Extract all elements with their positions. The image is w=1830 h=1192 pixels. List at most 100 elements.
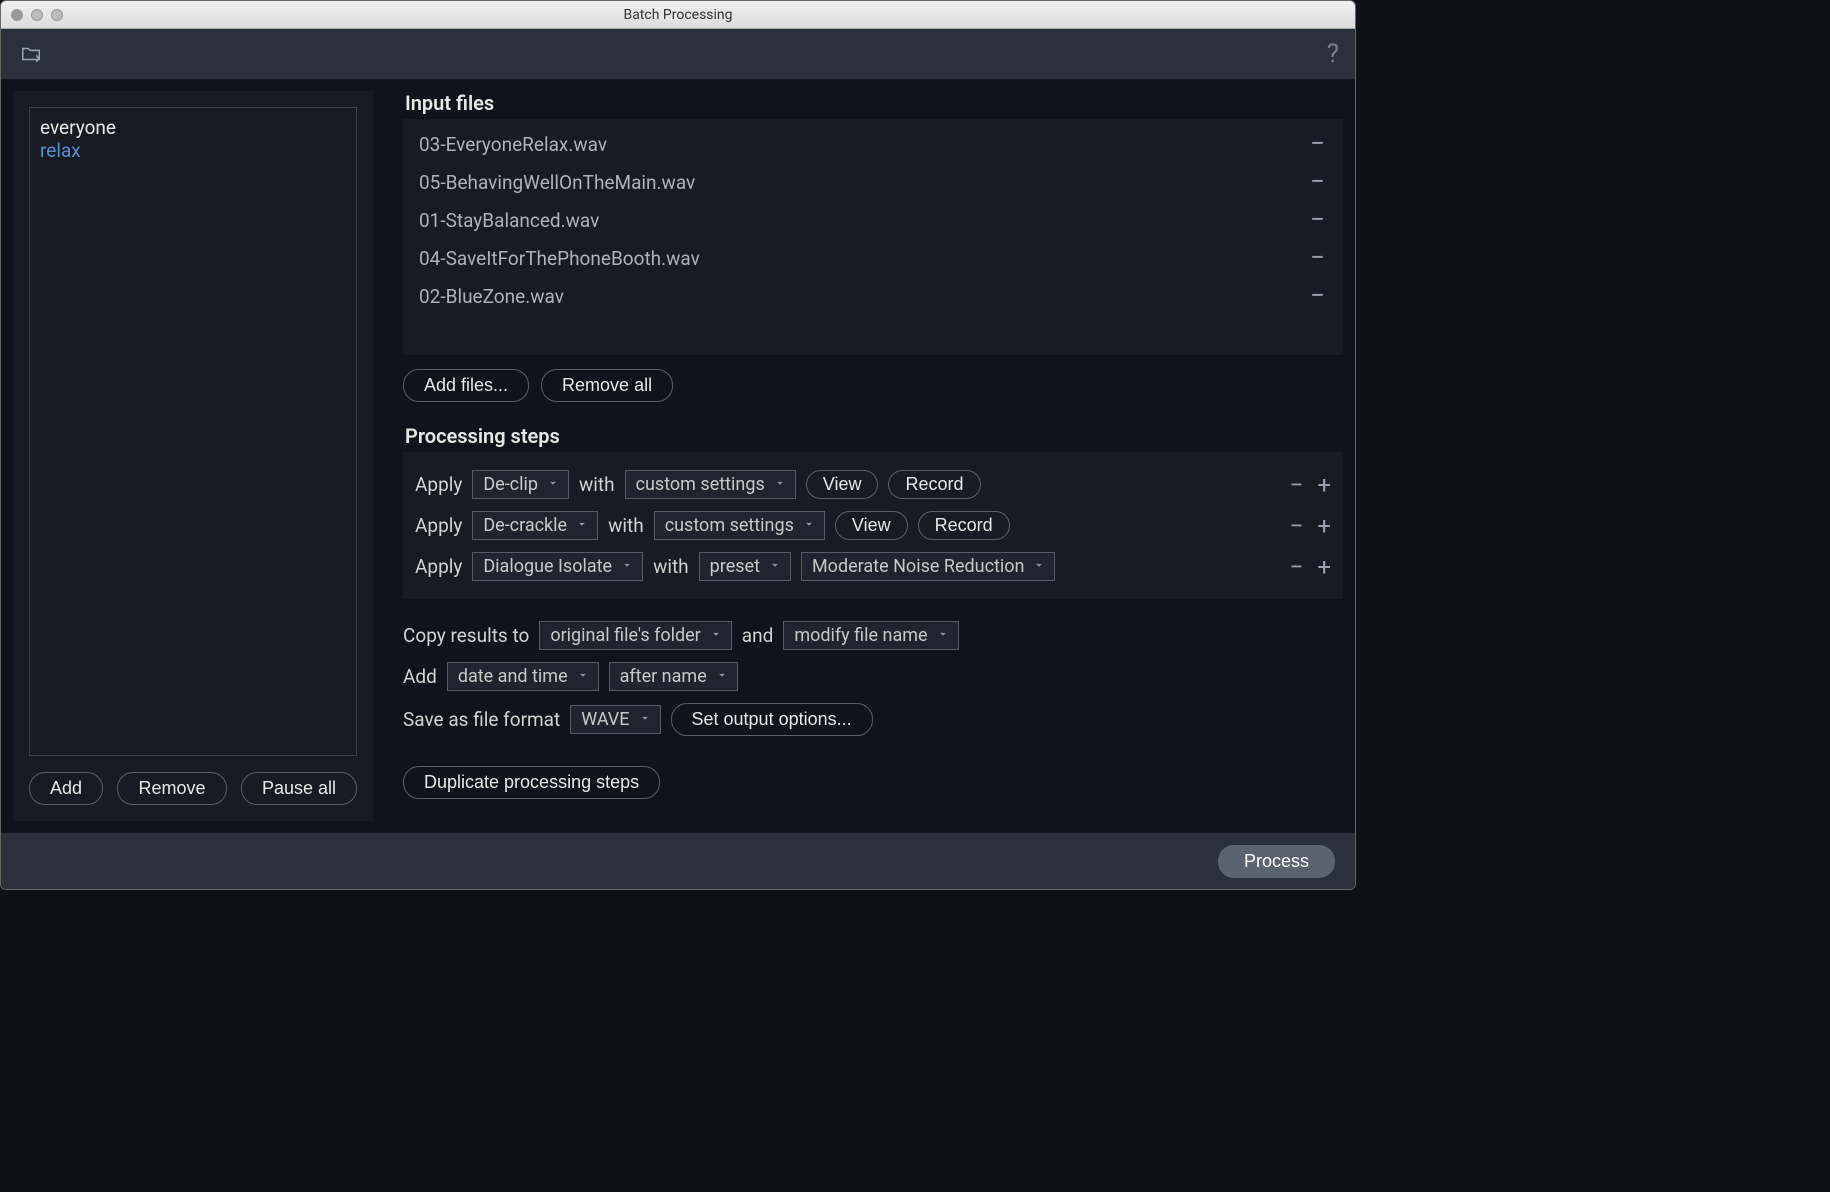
right-panel: Input files 03-EveryoneRelax.wav−05-Beha… [403, 91, 1343, 821]
copy-results-label: Copy results to [403, 624, 529, 647]
with-label: with [608, 514, 644, 537]
remove-all-button[interactable]: Remove all [541, 369, 673, 402]
file-name: 02-BlueZone.wav [419, 285, 564, 308]
settings-mode-select[interactable]: custom settings [654, 511, 825, 540]
processing-steps-panel: Apply De-clip with custom settings View Recor… [403, 452, 1343, 599]
and-label: and [742, 624, 774, 647]
input-files-label: Input files [405, 91, 1343, 115]
processing-step-row: Apply De-crackle with custom settings View Re… [415, 505, 1331, 546]
duplicate-steps-button[interactable]: Duplicate processing steps [403, 766, 660, 799]
save-format-label: Save as file format [403, 708, 560, 731]
file-name: 01-StayBalanced.wav [419, 209, 599, 232]
chevron-down-icon [773, 474, 787, 495]
with-label: with [653, 555, 689, 578]
add-label: Add [403, 665, 437, 688]
add-step-icon[interactable]: + [1317, 555, 1331, 579]
add-what-select[interactable]: date and time [447, 662, 599, 691]
window-controls [11, 9, 63, 21]
step-add-remove: −+ [1290, 555, 1331, 579]
chevron-down-icon [768, 556, 782, 577]
input-files-panel: 03-EveryoneRelax.wav−05-BehavingWellOnTh… [403, 119, 1343, 355]
apply-label: Apply [415, 473, 462, 496]
preset-line-1: everyone [40, 116, 346, 139]
settings-mode-select[interactable]: preset [699, 552, 791, 581]
apply-label: Apply [415, 514, 462, 537]
record-button[interactable]: Record [888, 470, 980, 499]
pause-all-button[interactable]: Pause all [241, 772, 357, 805]
zoom-window-button[interactable] [51, 9, 63, 21]
close-window-button[interactable] [11, 9, 23, 21]
effect-select[interactable]: De-clip [472, 470, 569, 499]
chevron-down-icon [546, 474, 560, 495]
processing-step-row: Apply De-clip with custom settings View Recor… [415, 464, 1331, 505]
file-buttons-row: Add files... Remove all [403, 369, 1343, 402]
add-preset-button[interactable]: Add [29, 772, 103, 805]
preset-buttons: Add Remove Pause all [29, 772, 357, 805]
add-files-button[interactable]: Add files... [403, 369, 529, 402]
duplicate-row: Duplicate processing steps [403, 766, 1343, 799]
titlebar: Batch Processing [1, 1, 1355, 29]
format-select[interactable]: WAVE [570, 705, 660, 734]
step-add-remove: −+ [1290, 473, 1331, 497]
remove-file-icon[interactable]: − [1308, 169, 1327, 195]
file-name: 04-SaveItForThePhoneBooth.wav [419, 247, 700, 270]
preset-panel: everyone relax Add Remove Pause all [13, 91, 373, 821]
chevron-down-icon [638, 709, 652, 730]
processing-steps-label: Processing steps [405, 424, 1343, 448]
file-row[interactable]: 03-EveryoneRelax.wav − [415, 125, 1331, 163]
add-suffix-row: Add date and time after name [403, 662, 1343, 691]
output-area: Copy results to original file's folder a… [403, 621, 1343, 799]
remove-file-icon[interactable]: − [1308, 283, 1327, 309]
open-folder-icon[interactable] [17, 40, 45, 68]
apply-label: Apply [415, 555, 462, 578]
chevron-down-icon [715, 666, 729, 687]
remove-file-icon[interactable]: − [1308, 245, 1327, 271]
settings-mode-select[interactable]: custom settings [625, 470, 796, 499]
preset-name-select[interactable]: Moderate Noise Reduction [801, 552, 1056, 581]
effect-select[interactable]: Dialogue Isolate [472, 552, 643, 581]
view-button[interactable]: View [835, 511, 908, 540]
footer: Process [1, 833, 1355, 889]
remove-step-icon[interactable]: − [1290, 514, 1304, 538]
file-row[interactable]: 04-SaveItForThePhoneBooth.wav − [415, 239, 1331, 277]
remove-step-icon[interactable]: − [1290, 473, 1304, 497]
chevron-down-icon [936, 625, 950, 646]
preset-line-2: relax [40, 139, 346, 162]
copy-results-row: Copy results to original file's folder a… [403, 621, 1343, 650]
add-where-select[interactable]: after name [609, 662, 738, 691]
record-button[interactable]: Record [918, 511, 1010, 540]
processing-step-row: Apply Dialogue Isolate with preset Moderate … [415, 546, 1331, 587]
help-icon[interactable]: ? [1327, 39, 1339, 69]
name-mode-select[interactable]: modify file name [783, 621, 958, 650]
file-row[interactable]: 05-BehavingWellOnTheMain.wav − [415, 163, 1331, 201]
process-button[interactable]: Process [1218, 845, 1335, 878]
effect-select[interactable]: De-crackle [472, 511, 598, 540]
chevron-down-icon [620, 556, 634, 577]
remove-file-icon[interactable]: − [1308, 207, 1327, 233]
view-button[interactable]: View [806, 470, 879, 499]
remove-preset-button[interactable]: Remove [117, 772, 226, 805]
chevron-down-icon [802, 515, 816, 536]
with-label: with [579, 473, 615, 496]
window-title: Batch Processing [1, 7, 1355, 23]
chevron-down-icon [709, 625, 723, 646]
destination-select[interactable]: original file's folder [539, 621, 731, 650]
step-add-remove: −+ [1290, 514, 1331, 538]
remove-step-icon[interactable]: − [1290, 555, 1304, 579]
set-output-options-button[interactable]: Set output options... [671, 703, 873, 736]
file-name: 03-EveryoneRelax.wav [419, 133, 607, 156]
file-name: 05-BehavingWellOnTheMain.wav [419, 171, 695, 194]
main-content: everyone relax Add Remove Pause all Inpu… [1, 79, 1355, 833]
file-row[interactable]: 01-StayBalanced.wav − [415, 201, 1331, 239]
chevron-down-icon [575, 515, 589, 536]
remove-file-icon[interactable]: − [1308, 131, 1327, 157]
batch-processing-window: Batch Processing ? everyone relax Add Re… [0, 0, 1356, 890]
file-row[interactable]: 02-BlueZone.wav − [415, 277, 1331, 315]
preset-list[interactable]: everyone relax [29, 107, 357, 756]
chevron-down-icon [1032, 556, 1046, 577]
minimize-window-button[interactable] [31, 9, 43, 21]
add-step-icon[interactable]: + [1317, 473, 1331, 497]
toolbar: ? [1, 29, 1355, 79]
chevron-down-icon [576, 666, 590, 687]
add-step-icon[interactable]: + [1317, 514, 1331, 538]
